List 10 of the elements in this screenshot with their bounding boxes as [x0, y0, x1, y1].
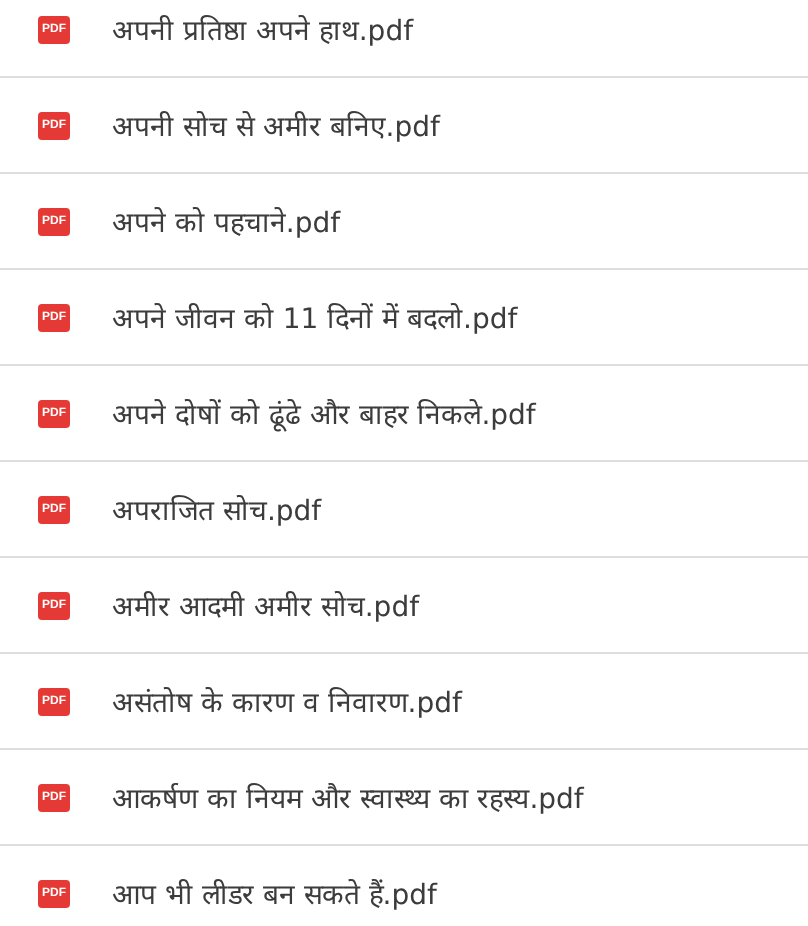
file-name: अपने दोषों को ढूंढे और बाहर निकले.pdf	[112, 397, 536, 432]
file-name: आकर्षण का नियम और स्वास्थ्य का रहस्य.pdf	[112, 781, 584, 816]
file-name: अपने जीवन को 11 दिनों में बदलो.pdf	[112, 301, 518, 336]
file-name: असंतोष के कारण व निवारण.pdf	[112, 685, 462, 720]
file-name: अपने को पहचाने.pdf	[112, 205, 341, 240]
file-name: अपराजित सोच.pdf	[112, 493, 322, 528]
file-name: आप भी लीडर बन सकते हैं.pdf	[112, 877, 437, 912]
file-name: अमीर आदमी अमीर सोच.pdf	[112, 589, 420, 624]
file-name: अपनी प्रतिष्ठा अपने हाथ.pdf	[112, 13, 414, 48]
file-name: अपनी सोच से अमीर बनिए.pdf	[112, 109, 440, 144]
